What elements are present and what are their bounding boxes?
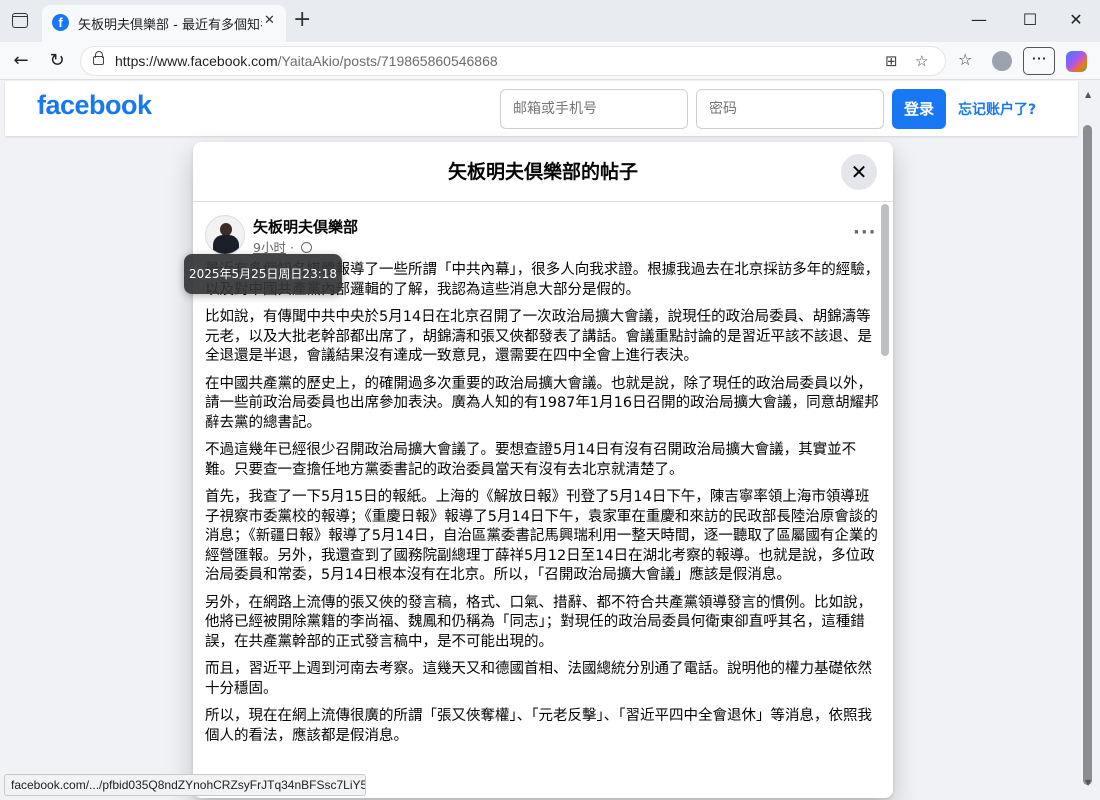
lock-icon[interactable] bbox=[93, 51, 104, 65]
address-bar[interactable]: https://www.facebook.com/YaitaAkio/posts… bbox=[80, 46, 946, 76]
profile-avatar-icon[interactable] bbox=[992, 51, 1012, 71]
post-body: 最近有多個知名媒體報導了一些所謂「中共內幕」，很多人向我求證。根據我過去在北京採… bbox=[205, 261, 881, 754]
scroll-down-icon[interactable]: ▼ bbox=[1085, 778, 1091, 787]
author-name[interactable]: 矢板明夫倶樂部 bbox=[253, 216, 358, 237]
author-avatar[interactable] bbox=[205, 215, 245, 255]
back-icon[interactable]: ← bbox=[8, 48, 34, 74]
post-paragraph: 比如說，有傳聞中共中央於5月14日在北京召開了一次政治局擴大會議，說現任的政治局… bbox=[205, 309, 872, 364]
close-window-icon[interactable]: ✕ bbox=[1066, 10, 1086, 30]
password-field[interactable] bbox=[696, 89, 884, 129]
favorites-icon[interactable]: ☆ bbox=[958, 50, 972, 69]
facebook-logo[interactable]: facebook bbox=[37, 90, 152, 121]
post-time[interactable]: 9小时 bbox=[253, 240, 286, 255]
tab-title: 矢板明夫倶樂部 - 最近有多個知名 bbox=[78, 18, 262, 33]
tab-close-icon[interactable]: ✕ bbox=[264, 13, 275, 28]
maximize-icon[interactable]: ☐ bbox=[1020, 10, 1040, 30]
close-dialog-icon[interactable]: ✕ bbox=[841, 154, 877, 190]
dialog-scrollbar-thumb[interactable] bbox=[881, 204, 889, 356]
facebook-favicon-icon: f bbox=[52, 14, 69, 31]
globe-icon bbox=[300, 242, 312, 253]
tab-actions-icon[interactable] bbox=[12, 13, 28, 28]
favorite-star-icon[interactable]: ☆ bbox=[915, 52, 928, 70]
post-paragraph: 另外，在網路上流傳的張又俠的發言稿，格式、口氣、措辭、都不符合共產黨領導發言的慣… bbox=[205, 594, 872, 650]
login-button[interactable]: 登录 bbox=[892, 89, 946, 129]
browser-toolbar: ← ↻ https://www.facebook.com/YaitaAkio/p… bbox=[0, 42, 1100, 80]
email-field[interactable] bbox=[500, 89, 688, 129]
forgot-account-link[interactable]: 忘记账户了? bbox=[958, 99, 1036, 119]
post-paragraph: 所以，現在在網上流傳很廣的所謂「張又俠奪權」、「元老反擊」、「習近平四中全會退休… bbox=[205, 708, 872, 744]
settings-more-icon[interactable]: ··· bbox=[1023, 47, 1055, 75]
post-paragraph: 首先，我查了一下5月15日的報紙。上海的《解放日報》刊登了5月14日下午，陳吉寧… bbox=[205, 489, 878, 583]
url-text: https://www.facebook.com/YaitaAkio/posts… bbox=[115, 53, 498, 69]
post-paragraph: 在中國共產黨的歷史上，的確開過多次重要的政治局擴大會議。也就是說，除了現任的政治… bbox=[205, 375, 879, 431]
dialog-title: 矢板明夫倶樂部的帖子 bbox=[193, 142, 893, 202]
browser-titlebar: f 矢板明夫倶樂部 - 最近有多個知名 ✕ + — ☐ ✕ bbox=[0, 0, 1100, 42]
post-paragraph: 而且，習近平上週到河南去考察。這幾天又和德國首相、法國總統分別通了電話。說明他的… bbox=[205, 661, 872, 697]
new-tab-icon[interactable]: + bbox=[293, 9, 311, 31]
scroll-up-icon[interactable]: ▲ bbox=[1085, 90, 1091, 99]
app-available-icon[interactable]: ⊞ bbox=[885, 52, 898, 70]
minimize-icon[interactable]: — bbox=[969, 10, 989, 30]
post-paragraph: 不過這幾年已經很少召開政治局擴大會議了。要想查證5月14日有沒有召開政治局擴大會… bbox=[205, 442, 857, 478]
post-dialog: 矢板明夫倶樂部的帖子 ✕ 矢板明夫倶樂部 9小时 · ··· 最近有多個知名媒體… bbox=[193, 142, 893, 798]
browser-tab[interactable]: f 矢板明夫倶樂部 - 最近有多個知名 ✕ bbox=[42, 5, 286, 42]
copilot-icon[interactable] bbox=[1066, 51, 1087, 72]
status-bar-url: facebook.com/.../pfbid035Q8ndZYnohCRZsyF… bbox=[4, 774, 366, 796]
more-options-icon[interactable]: ··· bbox=[853, 222, 877, 243]
timestamp-tooltip: 2025年5月25日周日23:18 bbox=[184, 254, 342, 294]
page-scrollbar-thumb[interactable] bbox=[1083, 125, 1092, 785]
refresh-icon[interactable]: ↻ bbox=[44, 48, 70, 74]
facebook-header: facebook 登录 忘记账户了? bbox=[5, 81, 1078, 136]
meta-separator: · bbox=[289, 240, 294, 255]
